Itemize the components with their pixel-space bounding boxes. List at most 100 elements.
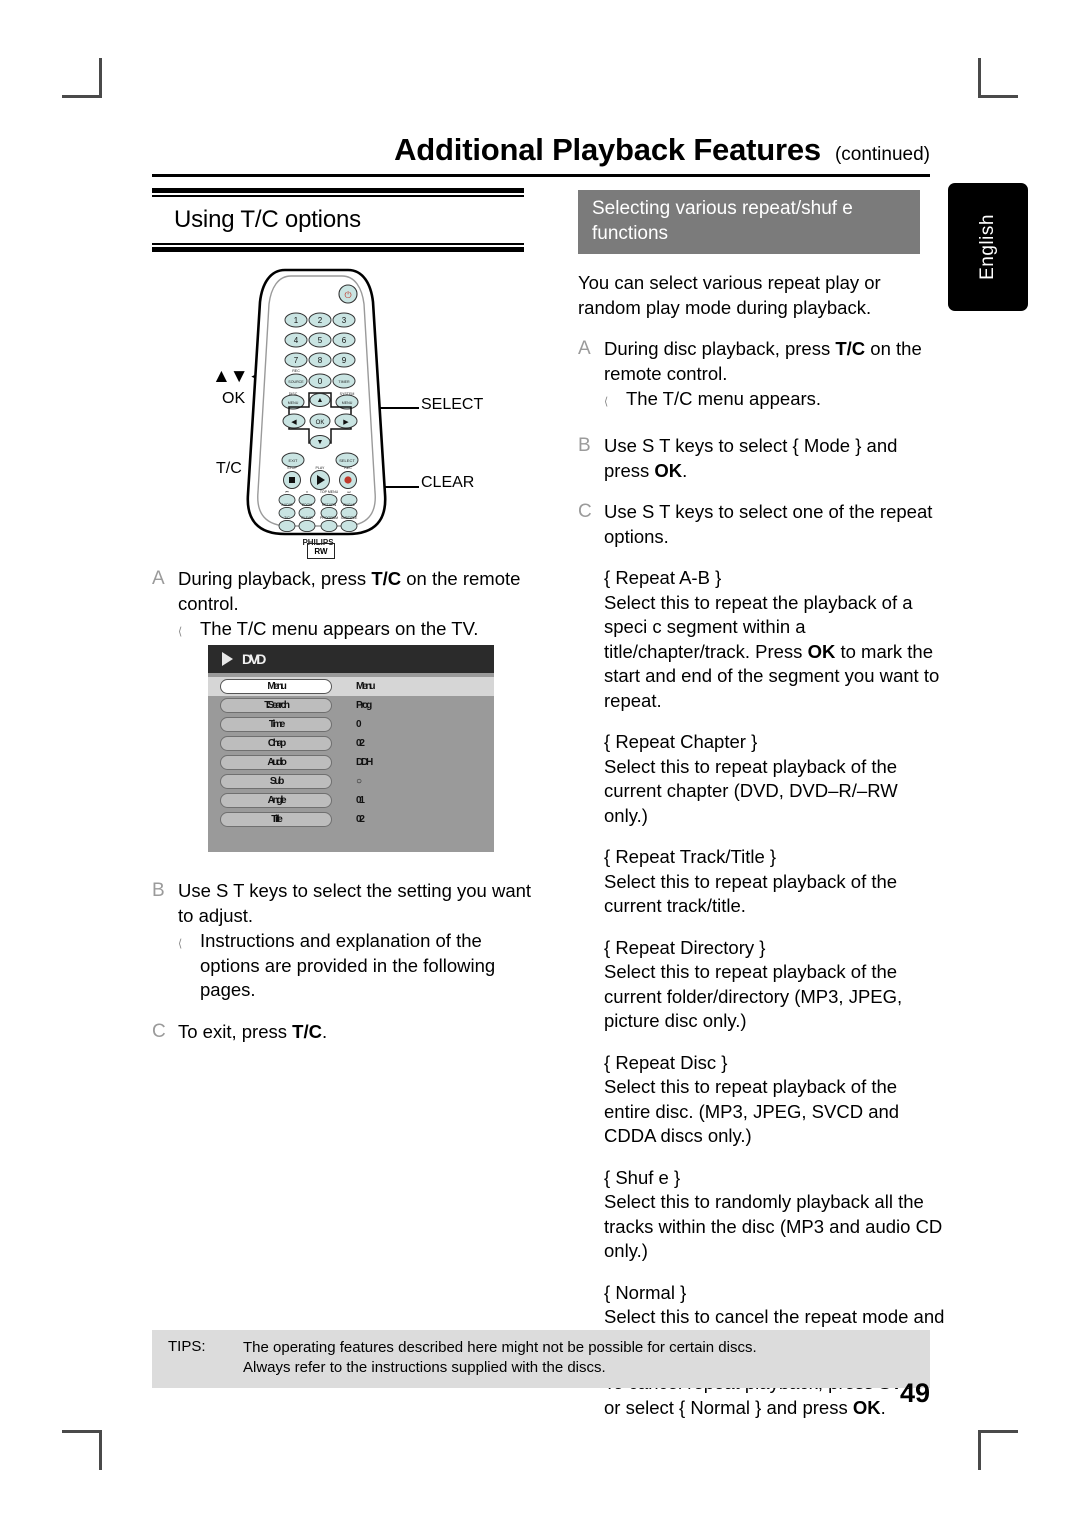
svg-text:T/C: T/C [284, 516, 290, 520]
svg-text:CLEAR: CLEAR [301, 516, 313, 520]
step-text-before: During disc playback, press [604, 338, 836, 359]
tips-line-2: Always refer to the instructions supplie… [243, 1359, 606, 1376]
right-step-a: A During disc playback, press T/C on the… [578, 337, 946, 417]
tv-menu-screenshot: DVD Menu Menu T.Search Prog Time 0 Chap … [208, 645, 494, 852]
right-column-intro: You can select various repeat play or ra… [578, 272, 881, 318]
svg-text:REC: REC [292, 369, 300, 373]
right-column-heading: Selecting various repeat/shuf e function… [578, 190, 920, 254]
svg-text:DISC: DISC [289, 392, 298, 396]
page-header: Additional Playback Features (continued) [152, 132, 930, 168]
tv-option-value: 01 [356, 795, 365, 806]
tv-option-value: Prog [356, 700, 372, 711]
tv-option-label: T.Search [220, 698, 332, 713]
option-title: { Normal } [604, 1281, 687, 1303]
step-marker: A [152, 568, 165, 589]
tv-option-value: 02 [356, 738, 365, 749]
tv-option-label: Menu [220, 679, 332, 694]
tv-menu-rows: Menu Menu T.Search Prog Time 0 Chap 02 A… [208, 673, 494, 829]
step-text-before: Use S T keys to select the setting you w… [178, 880, 532, 926]
tips-line-1: The operating features described here mi… [243, 1339, 757, 1356]
tv-menu-row[interactable]: Chap 02 [208, 734, 494, 753]
svg-text:8: 8 [318, 356, 323, 365]
bullet-dot-icon: ⟨ [178, 938, 183, 950]
page-title: Additional Playback Features [394, 132, 821, 167]
svg-text:PLAY: PLAY [316, 466, 326, 470]
svg-text:6: 6 [342, 336, 347, 345]
right-step-b: B Use S T keys to select { Mode } and pr… [578, 434, 946, 483]
option-title: { Repeat Track/Title } [604, 846, 777, 867]
language-tab: English [948, 183, 1028, 311]
option-title: { Repeat Disc } [604, 1051, 728, 1073]
step-text-before: Use S T keys to select { Mode } and pres… [604, 435, 898, 481]
bullet-dot-icon: ⟨ [178, 626, 183, 638]
right-column: Selecting various repeat/shuf e function… [578, 190, 946, 1420]
tv-option-label: Time [220, 717, 332, 732]
svg-text:PROGRAM: PROGRAM [320, 516, 338, 520]
tv-disc-label: DVD [242, 651, 266, 667]
option-description: Select this to repeat playback of the cu… [604, 961, 903, 1031]
svg-text:▼: ▼ [317, 439, 324, 446]
section-heading-bottom-rules [152, 243, 524, 252]
svg-text:⏻: ⏻ [344, 290, 351, 300]
option-keyword: OK [807, 640, 836, 662]
tv-menu-row[interactable]: Audio DDH [208, 753, 494, 772]
option-description: Select this to repeat playback of the cu… [604, 755, 898, 826]
step-keyword: T/C [835, 338, 866, 359]
option-title: { Repeat Chapter } [604, 731, 758, 752]
svg-text:4: 4 [294, 336, 299, 345]
svg-text:AUDIO: AUDIO [281, 503, 292, 507]
svg-text:2: 2 [318, 316, 323, 325]
svg-text:OK: OK [316, 420, 325, 426]
svg-text:REC: REC [344, 466, 352, 470]
left-steps-bc: B Use S T keys to select the setting you… [152, 862, 534, 1044]
tv-menu-row[interactable]: Title 02 [208, 810, 494, 829]
tv-option-value: 02 [356, 814, 365, 825]
svg-text:ANGLE: ANGLE [343, 503, 356, 507]
tv-menu-row[interactable]: Sub ○ [208, 772, 494, 791]
section-heading: Using T/C options [174, 206, 361, 233]
header-rule [152, 174, 930, 177]
svg-text:ZOOM: ZOOM [302, 503, 313, 507]
page-title-continued: (continued) [834, 144, 930, 165]
tv-option-label: Sub [220, 774, 332, 789]
tv-option-label: Audio [220, 755, 332, 770]
step-marker: B [152, 880, 165, 901]
svg-text:▲: ▲ [317, 397, 324, 404]
tv-option-label: Chap [220, 736, 332, 751]
page-number: 49 [899, 1378, 930, 1408]
tips-label: TIPS: [168, 1338, 206, 1355]
svg-text:STOP: STOP [287, 466, 297, 470]
tv-menu-row[interactable]: T.Search Prog [208, 696, 494, 715]
left-step-a: A During playback, press T/C on the remo… [152, 550, 534, 647]
step-bullet-text: The T/C menu appears on the TV. [200, 618, 479, 639]
tv-option-value: 0 [356, 719, 362, 730]
tv-menu-row[interactable]: Menu Menu [208, 677, 494, 696]
option-title: { Repeat A-B } [604, 567, 722, 588]
step-marker: C [578, 501, 592, 522]
tv-option-value: ○ [356, 776, 362, 787]
right-step-c: C Use S T keys to select one of the repe… [578, 500, 946, 1354]
svg-text:MENU: MENU [342, 401, 353, 405]
svg-text:MENU: MENU [288, 401, 299, 405]
step-bullet-text: Instructions and explanation of the opti… [200, 930, 496, 1000]
option-title: { Shuf e } [604, 1166, 681, 1188]
option-description: Select this to repeat the playback of a … [604, 591, 946, 714]
step-bullet-text: The T/C menu appears. [626, 388, 822, 409]
svg-text:SYSTEM: SYSTEM [340, 392, 355, 396]
step-keyword: T/C [292, 1020, 322, 1042]
tv-option-value: Menu [356, 681, 376, 692]
step-text-before: During playback, press [178, 568, 372, 589]
option-description: Select this to repeat playback of the en… [604, 1076, 900, 1146]
svg-text:1: 1 [294, 316, 299, 325]
svg-text:EXIT: EXIT [289, 458, 298, 463]
section-heading-top-rules [152, 188, 524, 197]
svg-text:7: 7 [294, 356, 299, 365]
tv-menu-row[interactable]: Angle 01 [208, 791, 494, 810]
option-title: { Repeat Directory } [604, 936, 766, 958]
tv-menu-row[interactable]: Time 0 [208, 715, 494, 734]
remote-control-illustration: ▲▼◄► OK T/C SELECT CLEAR ⏻ 123 456 789 0… [152, 262, 532, 559]
step-text-before: To exit, press [178, 1020, 293, 1042]
step-text-after: . [682, 459, 688, 481]
left-step-b: B Use S T keys to select the setting you… [152, 879, 534, 1003]
step-text-after: . [321, 1020, 328, 1042]
